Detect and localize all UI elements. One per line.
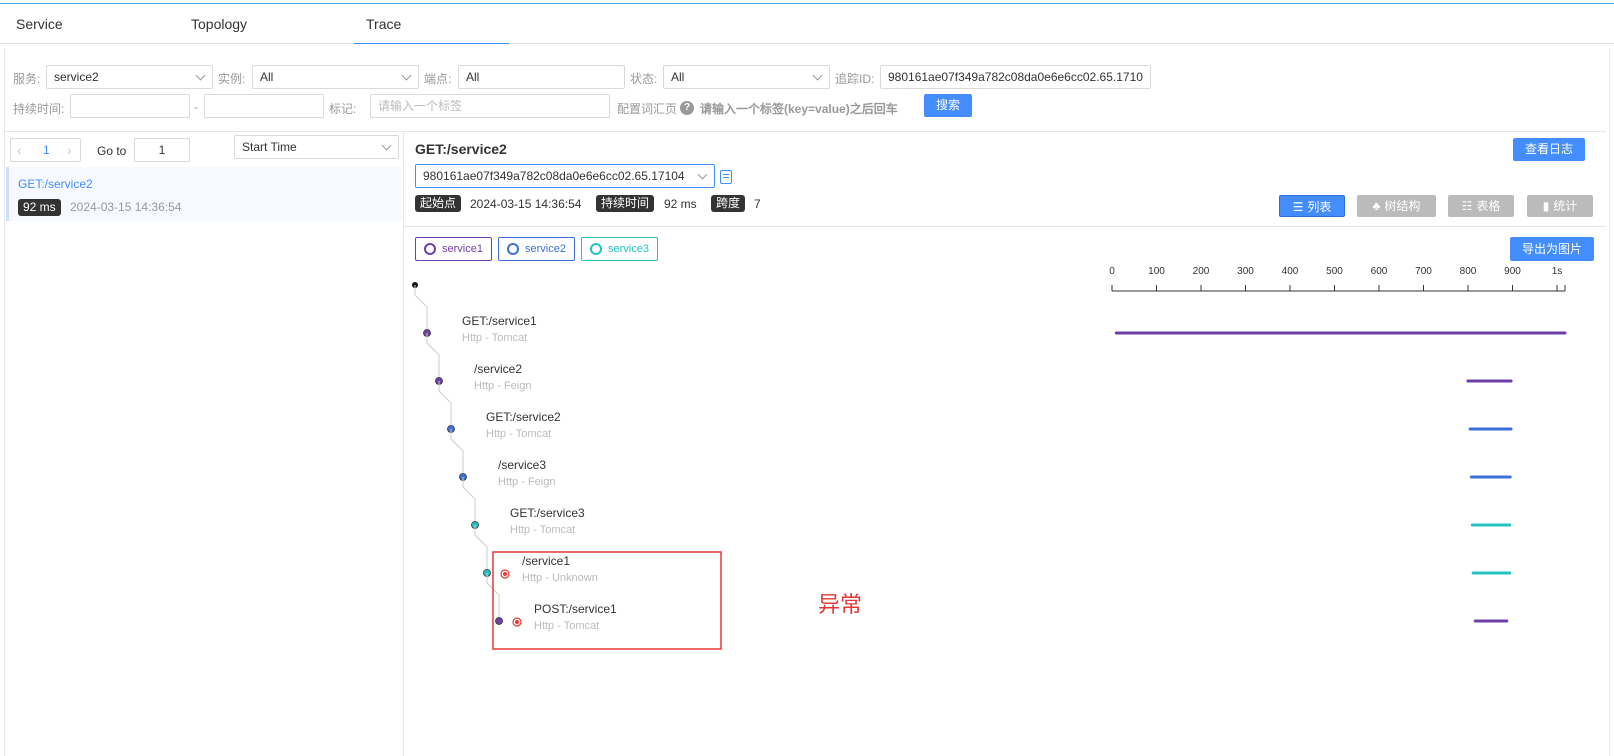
span-type: Http - Unknown: [522, 572, 598, 584]
time-axis: [1111, 285, 1566, 292]
span-node[interactable]: [495, 617, 503, 625]
span-name[interactable]: POST:/service1: [534, 602, 617, 616]
span-name[interactable]: GET:/service1: [462, 314, 537, 328]
span-name[interactable]: /service3: [498, 458, 546, 472]
span-name[interactable]: /service2: [474, 362, 522, 376]
span-tree-connector: [462, 477, 476, 525]
span-type: Http - Feign: [474, 380, 532, 392]
span-type: Http - Tomcat: [534, 620, 600, 632]
error-annotation: 异常: [818, 592, 863, 617]
span-name[interactable]: GET:/service2: [486, 410, 561, 424]
span-bars: [1114, 331, 1567, 623]
span-tree-connector: [438, 381, 452, 429]
span-tree-connector: [450, 429, 464, 477]
span-type: Http - Tomcat: [462, 332, 528, 344]
span-tree-connector: [414, 285, 428, 333]
trace-waterfall: [412, 282, 1567, 650]
span-type: Http - Tomcat: [486, 428, 552, 440]
error-icon-core: [503, 572, 507, 576]
span-name[interactable]: /service1: [522, 554, 570, 568]
span-tree-connector: [474, 525, 488, 573]
span-type: Http - Feign: [498, 476, 556, 488]
span-type: Http - Tomcat: [510, 524, 576, 536]
span-tree-connector: [426, 333, 440, 381]
error-icon-core: [515, 620, 519, 624]
span-name[interactable]: GET:/service3: [510, 506, 585, 520]
